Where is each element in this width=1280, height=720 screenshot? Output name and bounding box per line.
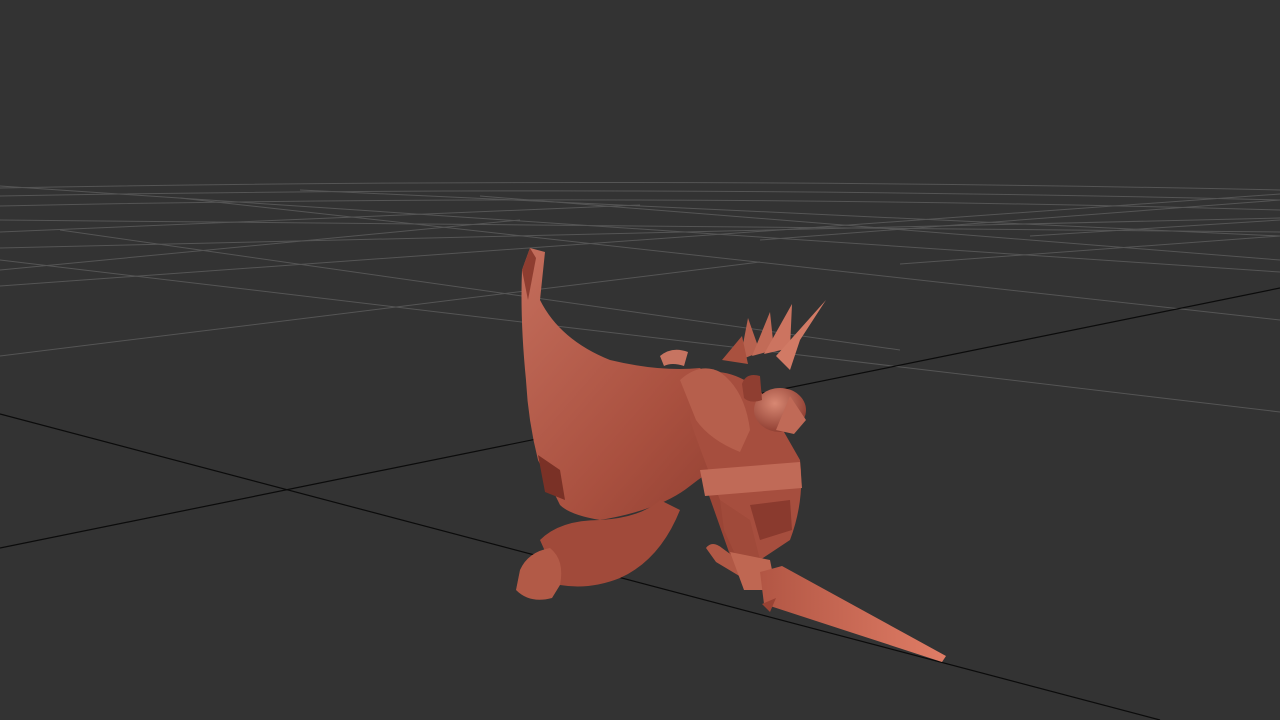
3d-viewport[interactable] [0, 0, 1280, 720]
viewport-canvas[interactable] [0, 0, 1280, 720]
helmet-crest [742, 375, 762, 402]
viewport-background [0, 0, 1280, 720]
